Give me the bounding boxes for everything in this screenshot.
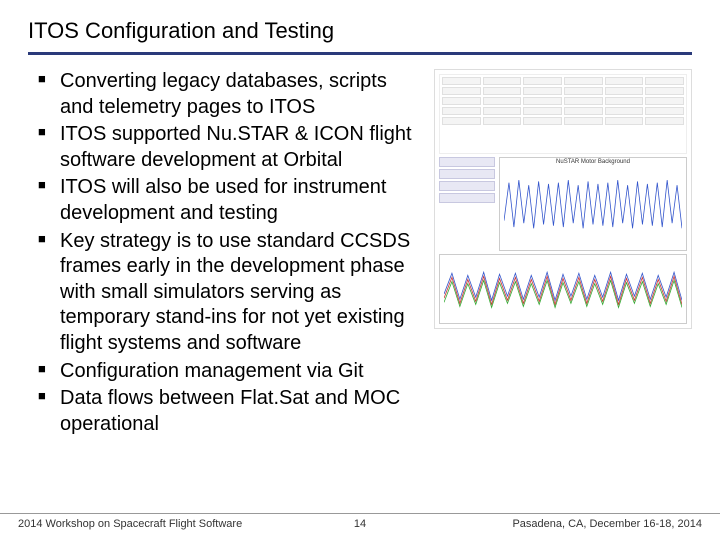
telemetry-plot-top: NuSTAR Motor Background (499, 157, 687, 251)
telemetry-plot-bottom (439, 254, 687, 324)
footer-left: 2014 Workshop on Spacecraft Flight Softw… (18, 514, 246, 530)
bullet-item: Configuration management via Git (38, 359, 424, 385)
footer: 2014 Workshop on Spacecraft Flight Softw… (0, 513, 720, 530)
telemetry-controls (439, 157, 495, 251)
slide-title: ITOS Configuration and Testing (28, 18, 692, 52)
telemetry-screenshot: NuSTAR Motor Background (434, 69, 692, 329)
bullet-item: Key strategy is to use standard CCSDS fr… (38, 229, 424, 357)
bullet-item: Data flows between Flat.Sat and MOC oper… (38, 386, 424, 437)
bullet-item: ITOS supported Nu.STAR & ICON flight sof… (38, 122, 424, 173)
title-rule (28, 52, 692, 55)
slide-body: Converting legacy databases, scripts and… (28, 69, 692, 439)
bullet-list: Converting legacy databases, scripts and… (28, 69, 424, 439)
footer-right: Pasadena, CA, December 16-18, 2014 (474, 514, 702, 530)
plot-title: NuSTAR Motor Background (500, 159, 686, 165)
slide: ITOS Configuration and Testing Convertin… (0, 0, 720, 540)
bullet-item: Converting legacy databases, scripts and… (38, 69, 424, 120)
telemetry-table (439, 74, 687, 154)
bullet-item: ITOS will also be used for instrument de… (38, 175, 424, 226)
page-number: 14 (246, 514, 474, 530)
